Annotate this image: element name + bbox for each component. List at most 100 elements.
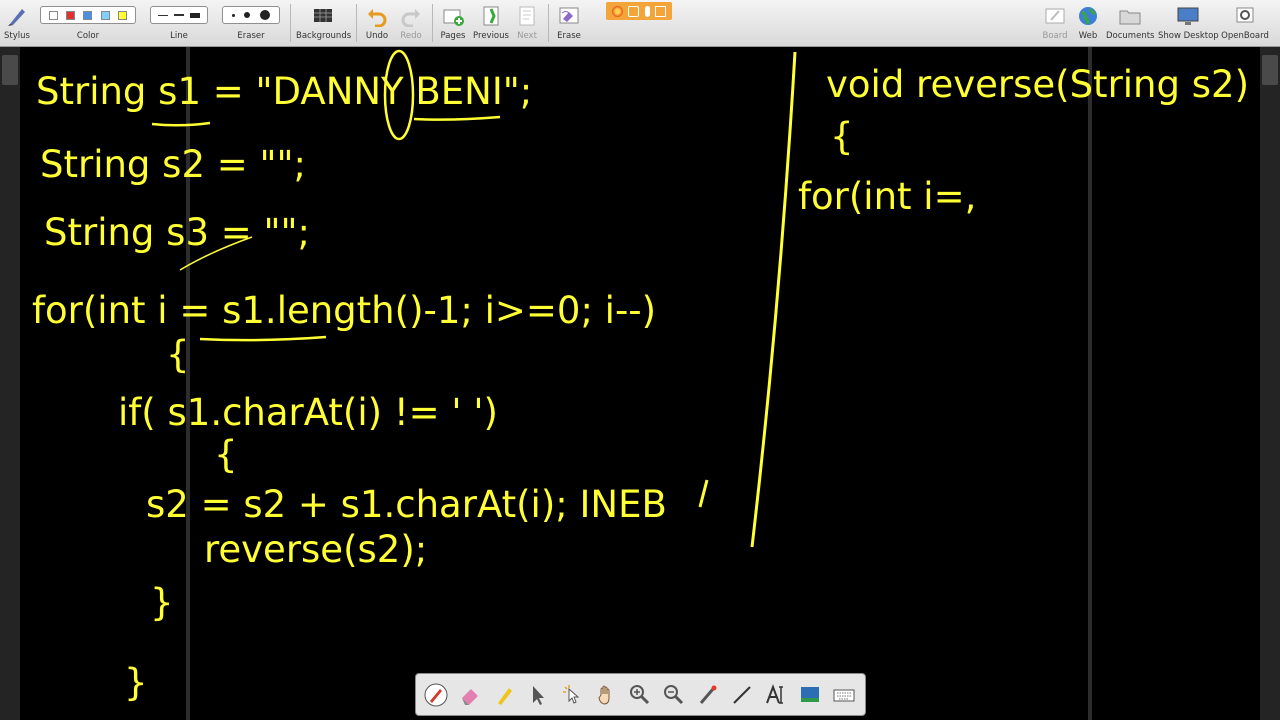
board-mode-button[interactable]: Board — [1040, 0, 1070, 46]
method-line-3: for(int i=, — [798, 175, 976, 218]
eraser-small[interactable] — [231, 13, 235, 17]
interact-tool-icon[interactable] — [560, 683, 584, 707]
documents-button[interactable]: Documents — [1106, 0, 1154, 46]
previous-page-icon — [483, 6, 499, 26]
main-toolbar: Stylus Color Line Eraser Backgrounds Und… — [0, 0, 1280, 47]
firefox-icon[interactable] — [611, 5, 623, 17]
code-line-9: reverse(s2); — [204, 528, 427, 571]
code-line-10: } — [150, 581, 174, 624]
color-swatches — [40, 6, 136, 24]
line-tool-icon[interactable] — [730, 683, 754, 707]
code-line-1: String s1 = "DANNY BENI"; — [36, 70, 532, 113]
whiteboard-canvas[interactable]: String s1 = "DANNY BENI"; String s2 = ""… — [0, 47, 1280, 720]
redo-label: Redo — [400, 31, 422, 41]
backgrounds-label: Backgrounds — [296, 31, 352, 41]
method-line-1: void reverse(String s2) — [826, 63, 1249, 106]
next-label: Next — [517, 31, 537, 41]
comment-slash-stroke — [698, 479, 709, 508]
capture-tool-icon[interactable] — [798, 683, 822, 707]
backgrounds-icon — [314, 9, 332, 22]
globe-icon — [1079, 7, 1097, 25]
line-thin[interactable] — [158, 14, 168, 16]
stylus-icon — [8, 9, 25, 26]
undo-label: Undo — [365, 31, 389, 41]
camera-icon[interactable] — [628, 5, 640, 17]
web-label: Web — [1078, 31, 1098, 41]
line-thick[interactable] — [190, 12, 200, 18]
web-mode-button[interactable]: Web — [1074, 0, 1102, 46]
text-tool-icon[interactable] — [764, 683, 788, 707]
board-icon — [1045, 8, 1065, 24]
stylus-button[interactable]: Stylus — [0, 0, 34, 46]
line-label: Line — [170, 31, 188, 41]
code-line-6: if( s1.charAt(i) != ' ') — [118, 391, 498, 434]
undo-button[interactable]: Undo — [362, 0, 392, 46]
color-blue[interactable] — [83, 10, 93, 20]
line-width-options — [150, 6, 208, 24]
stylus-label: Stylus — [4, 31, 30, 41]
line-width-picker: Line — [148, 0, 210, 46]
stylus-palette — [415, 673, 866, 716]
method-line-2: { — [830, 115, 854, 158]
length-underline — [199, 335, 327, 342]
redo-icon — [401, 9, 420, 27]
pages-add-icon — [443, 9, 464, 26]
folder-icon — [1119, 10, 1141, 25]
erase-label: Erase — [557, 31, 581, 41]
code-line-7: { — [214, 433, 238, 476]
eraser-large[interactable] — [260, 10, 271, 20]
microphone-icon[interactable] — [644, 5, 650, 17]
openboard-menu-button[interactable]: OpenBoard — [1220, 0, 1270, 46]
color-picker: Color — [38, 0, 138, 46]
eraser-size-picker: Eraser — [220, 0, 282, 46]
color-light-blue[interactable] — [100, 10, 110, 20]
code-line-8: s2 = s2 + s1.charAt(i); INEB — [146, 483, 667, 526]
code-line-11: } — [124, 661, 148, 704]
color-white[interactable] — [49, 10, 59, 20]
redo-button[interactable]: Redo — [396, 0, 426, 46]
zoom-in-tool-icon[interactable] — [628, 683, 652, 707]
line-medium[interactable] — [174, 14, 184, 16]
board-label: Board — [1042, 31, 1068, 41]
color-label: Color — [76, 31, 100, 41]
eraser-medium[interactable] — [244, 12, 251, 18]
openboard-label: OpenBoard — [1221, 31, 1269, 41]
color-red[interactable] — [66, 10, 76, 20]
undo-icon — [368, 9, 387, 27]
code-line-3: String s3 = ""; — [44, 211, 310, 254]
previous-label: Previous — [473, 31, 509, 41]
color-yellow[interactable] — [117, 10, 127, 20]
tray-menu-icon[interactable] — [655, 5, 667, 17]
beni-underline — [413, 115, 501, 121]
laser-pointer-tool-icon[interactable] — [696, 683, 720, 707]
code-line-5: { — [166, 333, 190, 376]
gear-icon — [1236, 7, 1254, 23]
column-divider-stroke — [750, 51, 797, 548]
previous-page-button[interactable]: Previous — [472, 0, 510, 46]
next-page-icon — [519, 6, 535, 26]
pen-tool-icon[interactable] — [424, 683, 448, 707]
erase-icon — [559, 7, 579, 24]
backgrounds-button[interactable]: Backgrounds — [296, 0, 352, 46]
selector-tool-icon[interactable] — [526, 683, 550, 707]
desktop-icon — [1177, 7, 1199, 25]
eraser-tool-icon[interactable] — [458, 683, 482, 707]
show-desktop-button[interactable]: Show Desktop — [1158, 0, 1219, 46]
code-line-2: String s2 = ""; — [40, 143, 306, 186]
documents-label: Documents — [1106, 31, 1155, 41]
virtual-keyboard-tool-icon[interactable] — [832, 683, 856, 707]
eraser-size-options — [222, 6, 280, 24]
pages-button[interactable]: Pages — [438, 0, 468, 46]
handwriting-layer: String s1 = "DANNY BENI"; String s2 = ""… — [32, 49, 1249, 704]
code-line-4: for(int i = s1.length()-1; i>=0; i--) — [32, 289, 656, 332]
hand-tool-icon[interactable] — [594, 683, 618, 707]
app-tray-bar — [606, 2, 672, 20]
show-desktop-label: Show Desktop — [1158, 31, 1219, 41]
pages-label: Pages — [440, 31, 466, 41]
zoom-out-tool-icon[interactable] — [662, 683, 686, 707]
next-page-button[interactable]: Next — [512, 0, 542, 46]
marker-tool-icon[interactable] — [492, 683, 516, 707]
s1-underline — [151, 121, 211, 127]
erase-button[interactable]: Erase — [552, 0, 586, 46]
eraser-label: Eraser — [237, 31, 265, 41]
